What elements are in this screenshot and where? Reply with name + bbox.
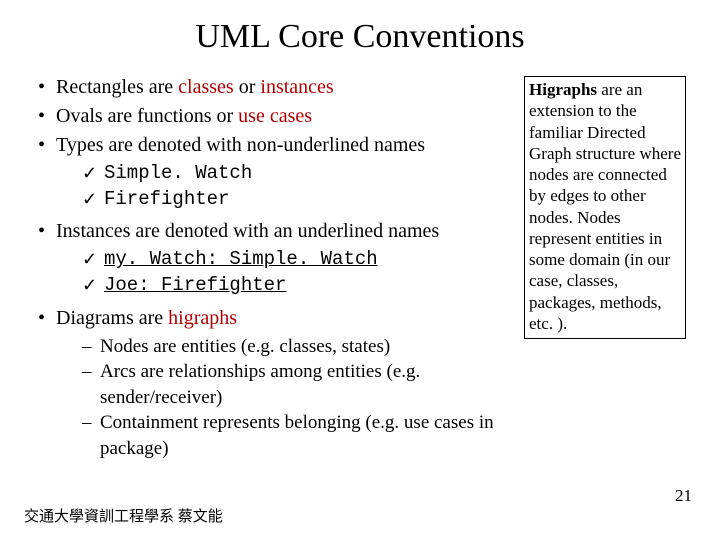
sub-firefighter: Firefighter <box>82 187 516 213</box>
bullet-diagrams: Diagrams are higraphs Nodes are entities… <box>34 305 516 462</box>
sidebox-bold: Higraphs <box>529 80 597 99</box>
bullet-types: Types are denoted with non-underlined na… <box>34 132 516 212</box>
text-red: higraphs <box>168 307 237 329</box>
bullet-rectangles: Rectangles are classes or instances <box>34 74 516 101</box>
underlined-text: Joe: Firefighter <box>104 274 286 296</box>
sublist-check: my. Watch: Simple. Watch Joe: Firefighte… <box>56 247 516 298</box>
body-row: Rectangles are classes or instances Oval… <box>34 74 686 468</box>
sidebox-higraphs: Higraphs are an extension to the familia… <box>524 76 686 339</box>
sublist-dash: Nodes are entities (e.g. classes, states… <box>56 334 516 462</box>
content-column: Rectangles are classes or instances Oval… <box>34 74 516 468</box>
text: Ovals are functions or <box>56 105 238 127</box>
text-red: classes <box>178 76 234 98</box>
sub-containment: Containment represents belonging (e.g. u… <box>82 410 516 461</box>
text: Instances are denoted with an underlined… <box>56 220 439 242</box>
sub-arcs: Arcs are relationships among entities (e… <box>82 359 516 410</box>
sub-nodes: Nodes are entities (e.g. classes, states… <box>82 334 516 360</box>
sub-my-watch: my. Watch: Simple. Watch <box>82 247 516 273</box>
text: Diagrams are <box>56 307 168 329</box>
page-number: 21 <box>675 486 692 506</box>
underlined-text: my. Watch: Simple. Watch <box>104 248 378 270</box>
bullet-instances: Instances are denoted with an underlined… <box>34 218 516 298</box>
bullet-ovals: Ovals are functions or use cases <box>34 103 516 130</box>
page-title: UML Core Conventions <box>34 18 686 56</box>
sub-joe: Joe: Firefighter <box>82 273 516 299</box>
text: Rectangles are <box>56 76 178 98</box>
footer-left: 交通大學資訓工程學系 蔡文能 <box>24 505 223 526</box>
sub-simple-watch: Simple. Watch <box>82 161 516 187</box>
slide: UML Core Conventions Rectangles are clas… <box>0 0 720 540</box>
text: or <box>234 76 261 98</box>
sidebox-rest: are an extension to the familiar Directe… <box>529 80 681 333</box>
text-red: instances <box>260 76 333 98</box>
bullet-list-level1: Rectangles are classes or instances Oval… <box>34 74 516 462</box>
text: Types are denoted with non-underlined na… <box>56 134 425 156</box>
text-red: use cases <box>238 105 312 127</box>
sublist-check: Simple. Watch Firefighter <box>56 161 516 212</box>
